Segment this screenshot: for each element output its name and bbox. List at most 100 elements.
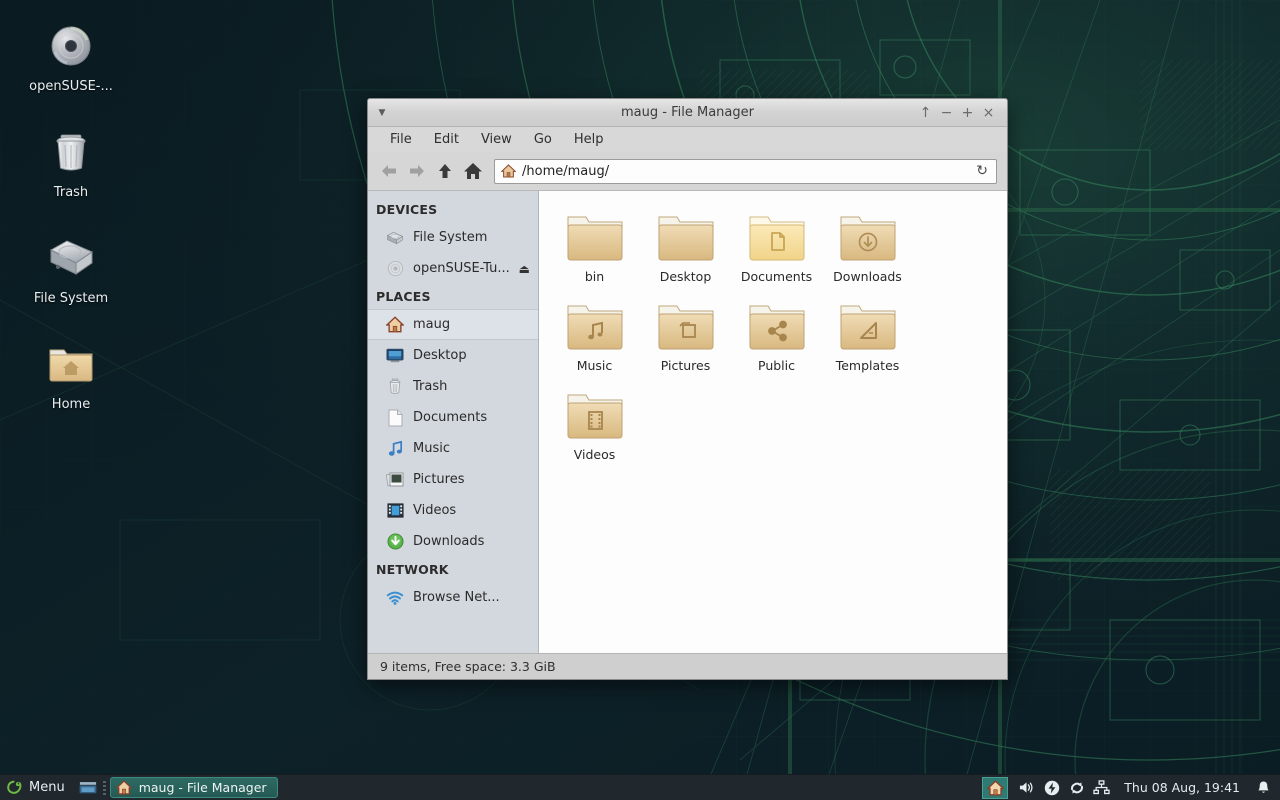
sidebar-item-label: openSUSE-Tu... [413, 261, 510, 276]
sidebar-item-opensuse-disc[interactable]: openSUSE-Tu... ⏏ [368, 253, 538, 284]
application-menu-button[interactable]: Menu [0, 775, 75, 800]
file-manager-window[interactable]: ▼ maug - File Manager ↑ − + × File Edit … [367, 98, 1008, 680]
window-shade-button[interactable]: ↑ [915, 103, 936, 123]
file-list-pane[interactable]: bin Desktop [539, 191, 1007, 653]
desktop-icon-file-system[interactable]: File System [16, 230, 126, 307]
network-browse-icon [386, 589, 404, 607]
sidebar-item-downloads[interactable]: Downloads [368, 526, 538, 557]
file-item-downloads[interactable]: Downloads [822, 203, 913, 284]
sidebar-item-file-system[interactable]: File System [368, 222, 538, 253]
network-icon[interactable] [1089, 775, 1114, 800]
window-minimize-button[interactable]: − [936, 103, 957, 123]
home-folder-icon [116, 780, 132, 795]
music-note-icon [386, 440, 404, 458]
folder-documents-icon [746, 207, 808, 265]
file-item-pictures[interactable]: Pictures [640, 292, 731, 373]
file-item-videos[interactable]: Videos [549, 381, 640, 462]
sidebar-header-devices: DEVICES [368, 197, 538, 222]
file-item-label: Desktop [660, 270, 712, 284]
home-button[interactable] [460, 158, 486, 184]
panel-grip-handle[interactable] [101, 775, 108, 800]
menu-edit[interactable]: Edit [424, 129, 469, 150]
sidebar-item-browse-network[interactable]: Browse Net... [368, 582, 538, 613]
power-icon[interactable] [1039, 775, 1064, 800]
bell-icon [1256, 780, 1271, 796]
file-manager-launcher-button[interactable] [982, 777, 1008, 799]
optical-disc-icon [16, 18, 126, 74]
taskbar-window-button-file-manager[interactable]: maug - File Manager [110, 777, 278, 798]
file-item-bin[interactable]: bin [549, 203, 640, 284]
clock[interactable]: Thu 08 Aug, 19:41 [1114, 780, 1250, 795]
sidebar-item-pictures[interactable]: Pictures [368, 464, 538, 495]
sidebar-item-label: Music [413, 441, 450, 456]
reload-button[interactable]: ↻ [974, 163, 990, 179]
forward-arrow-icon [408, 163, 426, 179]
file-item-public[interactable]: Public [731, 292, 822, 373]
menu-file[interactable]: File [380, 129, 422, 150]
folder-public-icon [746, 296, 808, 354]
status-text: 9 items, Free space: 3.3 GiB [380, 659, 556, 674]
forward-button[interactable] [404, 158, 430, 184]
window-close-button[interactable]: × [978, 103, 999, 123]
desktop-icon-label: Trash [16, 186, 126, 201]
sidebar-item-label: Videos [413, 503, 456, 518]
sidebar[interactable]: DEVICES File System [368, 191, 539, 653]
optical-disc-icon [386, 260, 404, 278]
back-arrow-icon [380, 163, 398, 179]
file-item-label: Public [758, 359, 795, 373]
menu-button-label: Menu [29, 780, 65, 795]
back-button[interactable] [376, 158, 402, 184]
file-item-documents[interactable]: Documents [731, 203, 822, 284]
update-sync-icon[interactable] [1064, 775, 1089, 800]
menu-help[interactable]: Help [564, 129, 614, 150]
sidebar-header-network: NETWORK [368, 557, 538, 582]
file-item-desktop[interactable]: Desktop [640, 203, 731, 284]
sidebar-item-desktop[interactable]: Desktop [368, 340, 538, 371]
trash-icon [386, 378, 404, 396]
desktop-icon-home[interactable]: Home [16, 336, 126, 413]
download-arrow-icon [386, 533, 404, 551]
window-titlebar[interactable]: ▼ maug - File Manager ↑ − + × [368, 99, 1007, 127]
window-title: maug - File Manager [368, 105, 1007, 120]
location-toolbar: /home/maug/ ↻ [368, 152, 1007, 190]
eject-icon[interactable]: ⏏ [519, 262, 530, 276]
file-item-templates[interactable]: Templates [822, 292, 913, 373]
window-maximize-button[interactable]: + [957, 103, 978, 123]
video-filmstrip-icon [386, 502, 404, 520]
volume-icon[interactable] [1014, 775, 1039, 800]
desktop[interactable]: openSUSE-... [0, 0, 1280, 800]
desktop-icon-trash[interactable]: Trash [16, 124, 126, 201]
file-item-label: Pictures [661, 359, 711, 373]
desktop-icon-label: Home [16, 398, 126, 413]
sidebar-item-music[interactable]: Music [368, 433, 538, 464]
menu-go[interactable]: Go [524, 129, 562, 150]
status-bar: 9 items, Free space: 3.3 GiB [368, 653, 1007, 679]
sidebar-item-label: Downloads [413, 534, 484, 549]
file-item-label: Templates [836, 359, 900, 373]
up-button[interactable] [432, 158, 458, 184]
pictures-icon [386, 471, 404, 489]
folder-pictures-icon [655, 296, 717, 354]
menu-view[interactable]: View [471, 129, 522, 150]
sidebar-item-trash[interactable]: Trash [368, 371, 538, 402]
file-item-label: Videos [574, 448, 616, 462]
desktop-icon [386, 347, 404, 365]
window-menu-caret-icon[interactable]: ▼ [368, 108, 390, 118]
opensuse-geeko-icon [6, 779, 23, 796]
window-body: DEVICES File System [368, 190, 1007, 653]
notification-bell-button[interactable] [1250, 775, 1276, 800]
sidebar-item-documents[interactable]: Documents [368, 402, 538, 433]
sidebar-item-label: Trash [413, 379, 447, 394]
home-folder-icon [987, 780, 1004, 796]
desktop-icon-opensuse-disc[interactable]: openSUSE-... [16, 18, 126, 95]
file-item-music[interactable]: Music [549, 292, 640, 373]
show-desktop-button[interactable] [75, 775, 101, 800]
path-text[interactable]: /home/maug/ [522, 164, 968, 179]
folder-downloads-icon [837, 207, 899, 265]
path-entry[interactable]: /home/maug/ ↻ [494, 159, 997, 184]
taskbar[interactable]: Menu maug - File Manager [0, 774, 1280, 800]
system-tray: Thu 08 Aug, 19:41 [982, 775, 1280, 800]
window-controls: ↑ − + × [915, 103, 1007, 123]
sidebar-item-maug[interactable]: maug [368, 309, 538, 340]
sidebar-item-videos[interactable]: Videos [368, 495, 538, 526]
